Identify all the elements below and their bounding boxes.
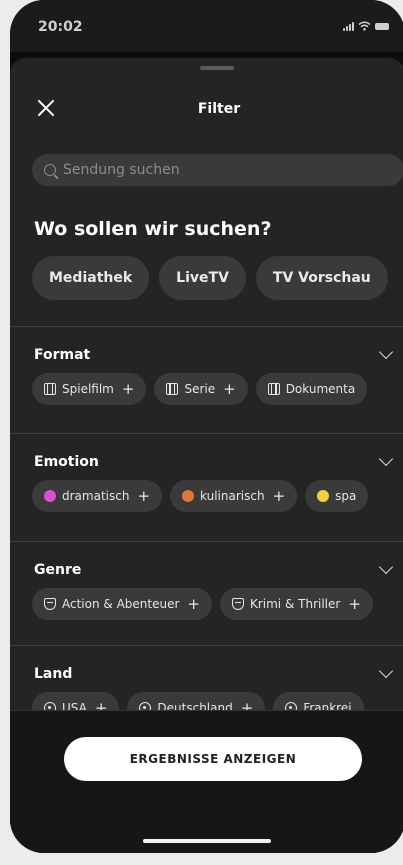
where-options: Mediathek LiveTV TV Vorschau: [32, 256, 388, 300]
chip-serie[interactable]: Serie +: [154, 373, 248, 405]
show-results-button[interactable]: ERGEBNISSE ANZEIGEN: [64, 737, 362, 781]
sheet-title: Filter: [197, 101, 241, 117]
chip-label: spa: [335, 489, 357, 503]
film-icon: [267, 383, 280, 395]
chip-row: Action & Abenteuer + Krimi & Thriller +: [32, 588, 373, 620]
chip-action-abenteuer[interactable]: Action & Abenteuer +: [32, 588, 212, 620]
status-time: 20:02: [38, 19, 83, 35]
plus-icon: +: [272, 487, 286, 505]
chip-spielfilm[interactable]: Spielfilm +: [32, 373, 147, 405]
signal-icon: [343, 21, 354, 31]
chip-kulinarisch[interactable]: kulinarisch +: [170, 480, 298, 512]
section-emotion: Emotion dramatisch + kulinarisch + spa: [10, 433, 403, 552]
search-placeholder: Sendung suchen: [63, 162, 180, 178]
plus-icon: +: [348, 595, 361, 613]
wifi-icon: [358, 21, 371, 31]
where-option-mediathek[interactable]: Mediathek: [32, 256, 150, 300]
where-option-livetv[interactable]: LiveTV: [159, 256, 246, 300]
chip-label: dramatisch: [62, 489, 130, 503]
sheet-footer: ERGEBNISSE ANZEIGEN: [10, 710, 403, 853]
chip-row: dramatisch + kulinarisch + spa: [32, 480, 369, 512]
dot-icon: [317, 490, 330, 502]
where-option-tv-vorschau[interactable]: TV Vorschau: [255, 256, 388, 300]
section-format: Format Spielfilm + Serie + Dokumenta: [10, 326, 403, 445]
filter-sheet: Filter Sendung suchen Wo sollen wir such…: [10, 58, 403, 853]
dot-icon: [44, 490, 56, 502]
chevron-down-icon[interactable]: [378, 559, 394, 575]
chevron-down-icon[interactable]: [378, 344, 394, 360]
chevron-down-icon[interactable]: [378, 451, 394, 467]
mask-icon: [231, 598, 244, 610]
section-title: Format: [34, 347, 91, 363]
chip-row: Spielfilm + Serie + Dokumenta: [32, 373, 368, 405]
chip-label: kulinarisch: [200, 489, 265, 503]
search-icon: [44, 164, 56, 176]
film-icon: [44, 383, 56, 395]
where-heading: Wo sollen wir suchen?: [34, 218, 272, 240]
chip-label: Spielfilm: [62, 382, 114, 396]
status-icons: [343, 21, 389, 31]
plus-icon: +: [121, 380, 135, 398]
sheet-grabber[interactable]: [200, 66, 234, 70]
chip-dramatisch[interactable]: dramatisch +: [32, 480, 163, 512]
film-icon: [166, 383, 179, 395]
battery-icon: [375, 22, 389, 30]
chip-label: Action & Abenteuer: [62, 597, 180, 611]
dot-icon: [182, 490, 195, 502]
chip-dokumentation[interactable]: Dokumenta: [255, 373, 368, 405]
mask-icon: [44, 598, 56, 610]
chip-label: Serie: [184, 382, 216, 396]
chip-label: Dokumenta: [285, 382, 356, 396]
section-title: Genre: [34, 562, 82, 578]
section-genre: Genre Action & Abenteuer + Krimi & Thril…: [10, 541, 403, 660]
chip-spannend[interactable]: spa: [305, 480, 369, 512]
section-title: Land: [34, 666, 73, 682]
section-title: Emotion: [34, 454, 99, 470]
plus-icon: +: [137, 487, 151, 505]
home-indicator[interactable]: [143, 839, 271, 843]
chevron-down-icon[interactable]: [378, 663, 394, 679]
plus-icon: +: [187, 595, 200, 613]
status-bar: 20:02: [10, 0, 403, 52]
search-input[interactable]: Sendung suchen: [32, 154, 403, 186]
plus-icon: +: [223, 380, 236, 398]
chip-label: Krimi & Thriller: [249, 597, 341, 611]
phone-screen: 20:02 Filter Sendung suchen Wo sollen wi…: [10, 0, 403, 853]
chip-krimi-thriller[interactable]: Krimi & Thriller +: [219, 588, 373, 620]
